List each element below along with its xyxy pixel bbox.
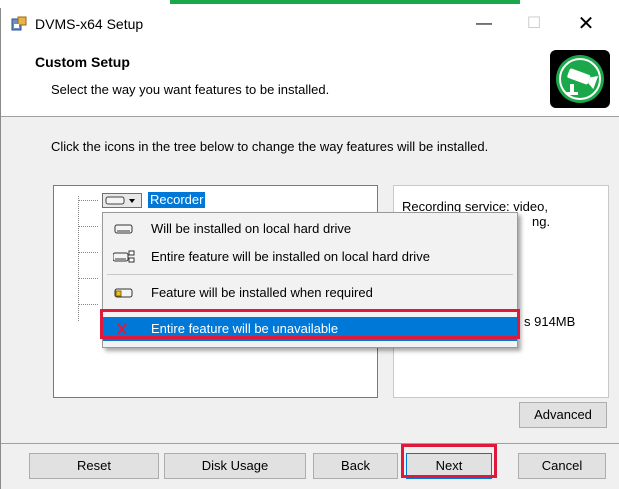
top-strip bbox=[0, 0, 619, 8]
tree-connector bbox=[78, 196, 79, 321]
feature-recorder-label[interactable]: Recorder bbox=[148, 192, 206, 208]
hard-drive-tree-icon bbox=[113, 250, 135, 263]
feature-description-cont: ng. bbox=[532, 214, 551, 229]
page-title: Custom Setup bbox=[35, 54, 130, 70]
hard-drive-icon bbox=[114, 224, 133, 234]
setup-window: DVMS-x64 Setup — ☐ ✕ Custom Setup Select… bbox=[0, 8, 619, 489]
back-button[interactable]: Back bbox=[313, 453, 398, 479]
menu-item-install-local[interactable]: Will be installed on local hard drive bbox=[103, 217, 517, 241]
tree-connector bbox=[78, 200, 98, 201]
footer-divider bbox=[1, 443, 619, 444]
highlight-unavailable-option bbox=[100, 309, 520, 339]
tree-connector bbox=[78, 252, 98, 253]
title-bar[interactable]: DVMS-x64 Setup — ☐ ✕ bbox=[1, 8, 619, 40]
tree-connector bbox=[78, 226, 98, 227]
green-bar bbox=[170, 0, 520, 4]
menu-item-label: Feature will be installed when required bbox=[151, 285, 373, 300]
disk-usage-button[interactable]: Disk Usage bbox=[164, 453, 306, 479]
page-subtitle: Select the way you want features to be i… bbox=[51, 82, 330, 97]
menu-item-label: Will be installed on local hard drive bbox=[151, 221, 352, 236]
feature-size: s 914MB bbox=[524, 314, 576, 329]
on-demand-drive-icon bbox=[114, 288, 133, 298]
highlight-next-button bbox=[401, 444, 497, 478]
menu-item-install-entire-local[interactable]: Entire feature will be installed on loca… bbox=[103, 245, 517, 269]
tree-connector bbox=[78, 278, 98, 279]
instruction-text: Click the icons in the tree below to cha… bbox=[51, 139, 489, 154]
menu-item-label: Entire feature will be installed on loca… bbox=[151, 249, 430, 264]
tree-connector bbox=[78, 304, 98, 305]
window-title: DVMS-x64 Setup bbox=[35, 16, 144, 32]
minimize-button[interactable]: — bbox=[461, 8, 507, 40]
advanced-button[interactable]: Advanced bbox=[519, 402, 607, 428]
menu-separator bbox=[107, 274, 513, 275]
cancel-button[interactable]: Cancel bbox=[518, 453, 606, 479]
reset-button[interactable]: Reset bbox=[29, 453, 159, 479]
maximize-button[interactable]: ☐ bbox=[511, 8, 557, 40]
menu-item-install-on-demand[interactable]: Feature will be installed when required bbox=[103, 281, 517, 305]
feature-drive-dropdown-icon[interactable] bbox=[102, 193, 142, 208]
installer-icon bbox=[11, 16, 27, 31]
close-button[interactable]: ✕ bbox=[563, 8, 609, 40]
camera-logo-icon bbox=[550, 50, 610, 108]
header-panel: Custom Setup Select the way you want fea… bbox=[1, 40, 619, 117]
